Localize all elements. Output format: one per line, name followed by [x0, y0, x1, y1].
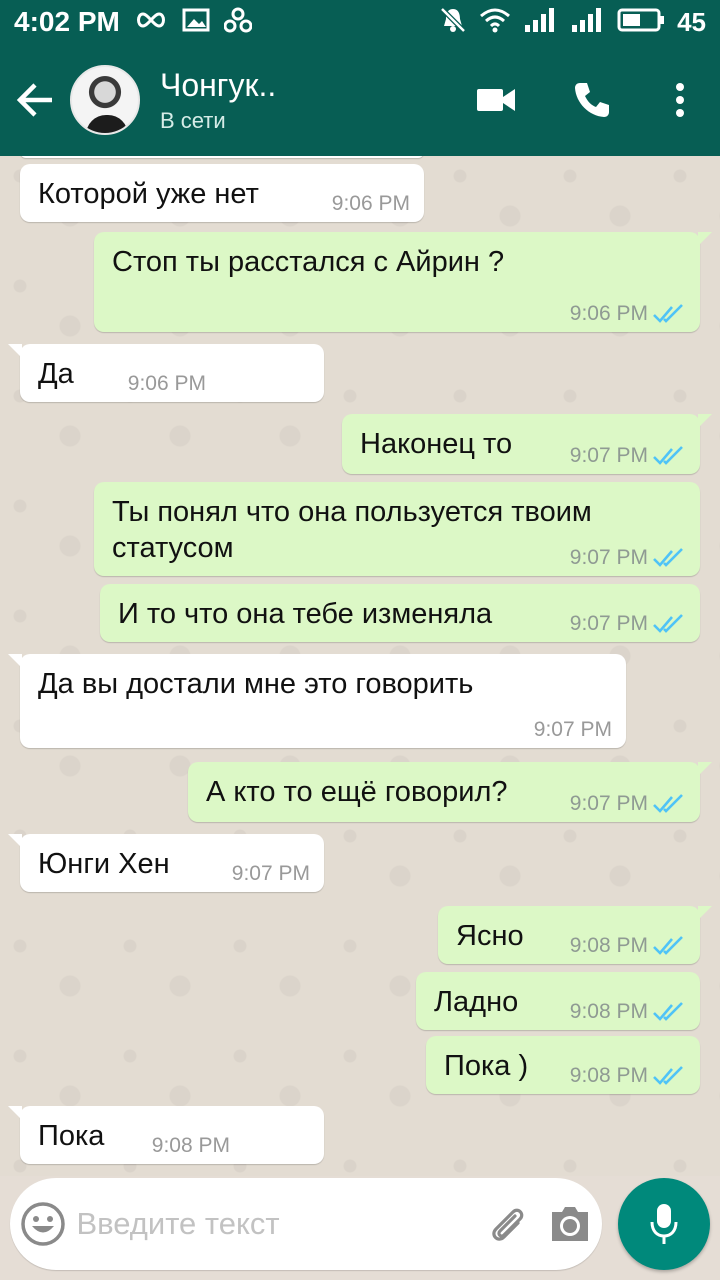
battery-level: 45 — [677, 6, 706, 37]
message-time: 9:08 PM — [569, 1064, 648, 1087]
message-time: 9:08 PM — [569, 1000, 648, 1023]
message-bubble-incoming[interactable]: Пока 9:08 PM — [8, 1106, 324, 1164]
message-text: И то что она тебе изменяла — [118, 598, 493, 630]
back-button[interactable] — [0, 44, 70, 156]
share-icon — [223, 7, 253, 38]
message-bubble-incoming[interactable]: Юнги Хен 9:07 PM — [8, 834, 324, 892]
message-text: Наконец то — [360, 428, 513, 460]
camera-icon — [552, 1207, 589, 1241]
signal-4g-icon — [569, 7, 605, 38]
read-ticks-icon — [653, 1066, 683, 1085]
message-text: Юнги Хен — [38, 848, 170, 880]
message-bubble-outgoing[interactable]: И то что она тебе изменяла 9:07 PM — [100, 584, 700, 642]
battery-icon — [617, 8, 665, 37]
message-time: 9:07 PM — [569, 612, 648, 635]
read-ticks-icon — [653, 794, 683, 813]
attach-button[interactable] — [475, 1178, 538, 1270]
infinity-icon — [134, 10, 168, 35]
message-list[interactable]: Которой уже нет 9:06 PM Стоп ты рассталс… — [0, 156, 720, 1176]
status-time: 4:02 PM — [14, 6, 120, 37]
voice-call-button[interactable] — [544, 44, 640, 156]
message-text: Стоп ты расстался с Айрин ? — [112, 246, 505, 278]
message-bubble-incoming[interactable]: Да вы достали мне это говорить 9:07 PM — [8, 654, 626, 748]
status-bar: 4:02 PM 45 — [0, 0, 720, 44]
message-bubble-incoming[interactable]: Да 9:06 PM — [8, 344, 324, 402]
video-call-button[interactable] — [448, 44, 544, 156]
message-bubble-outgoing[interactable]: Ладно 9:08 PM — [416, 972, 700, 1030]
contact-status: В сети — [160, 108, 226, 133]
message-bubble-outgoing[interactable]: Стоп ты расстался с Айрин ? 9:06 PM — [94, 232, 712, 332]
paperclip-icon — [492, 1208, 524, 1241]
message-time: 9:08 PM — [569, 934, 648, 957]
message-time: 9:06 PM — [569, 302, 648, 325]
message-text: Ясно — [456, 920, 524, 952]
more-options-button[interactable] — [640, 44, 720, 156]
read-ticks-icon — [653, 936, 683, 955]
read-ticks-icon — [653, 548, 683, 567]
message-bubble-partial — [20, 156, 424, 158]
message-text: Пока ) — [444, 1050, 529, 1082]
message-time: 9:06 PM — [127, 372, 206, 395]
message-bubble-outgoing[interactable]: Наконец то 9:07 PM — [342, 414, 712, 474]
read-ticks-icon — [653, 304, 683, 323]
message-composer — [10, 1178, 602, 1270]
phone-icon — [575, 83, 609, 117]
message-text: А кто то ещё говорил? — [206, 776, 508, 808]
chat-header: Чонгук.. В сети — [0, 44, 720, 156]
voice-record-button[interactable] — [618, 1178, 710, 1270]
message-time: 9:07 PM — [231, 862, 310, 885]
camera-button[interactable] — [539, 1178, 602, 1270]
signal-icon — [523, 7, 557, 38]
avatar[interactable] — [70, 65, 140, 135]
message-bubble-outgoing[interactable]: Ты понял что она пользуется твоим статус… — [94, 482, 700, 576]
message-time: 9:07 PM — [569, 546, 648, 569]
message-input[interactable] — [76, 1206, 476, 1242]
microphone-icon — [650, 1204, 678, 1244]
message-text: Да — [38, 358, 74, 390]
message-time: 9:06 PM — [331, 192, 410, 215]
read-ticks-icon — [653, 1002, 683, 1021]
back-arrow-icon — [16, 83, 52, 117]
read-ticks-icon — [653, 446, 683, 465]
message-text: Которой уже нет — [38, 178, 259, 210]
message-text: Ладно — [434, 986, 519, 1018]
message-bubble-outgoing[interactable]: А кто то ещё говорил? 9:07 PM — [188, 762, 712, 822]
message-text: Пока — [38, 1120, 105, 1152]
message-bubble-outgoing[interactable]: Пока ) 9:08 PM — [426, 1036, 700, 1094]
message-bubble-incoming[interactable]: Которой уже нет 9:06 PM — [20, 164, 424, 222]
video-camera-icon — [477, 89, 515, 111]
more-vertical-icon — [676, 83, 684, 117]
message-text: Да вы достали мне это говорить — [38, 668, 474, 700]
contact-name: Чонгук.. — [160, 67, 277, 103]
message-time: 9:08 PM — [151, 1134, 230, 1157]
emoji-button[interactable] — [10, 1178, 76, 1270]
emoji-icon — [21, 1202, 65, 1246]
message-time: 9:07 PM — [569, 444, 648, 467]
message-time: 9:07 PM — [533, 718, 612, 741]
message-bubble-outgoing[interactable]: Ясно 9:08 PM — [438, 906, 712, 964]
gallery-icon — [182, 8, 210, 37]
contact-info[interactable]: Чонгук.. В сети — [160, 66, 276, 134]
mute-bell-icon — [439, 6, 467, 39]
wifi-icon — [479, 7, 511, 38]
message-time: 9:07 PM — [569, 792, 648, 815]
read-ticks-icon — [653, 614, 683, 633]
